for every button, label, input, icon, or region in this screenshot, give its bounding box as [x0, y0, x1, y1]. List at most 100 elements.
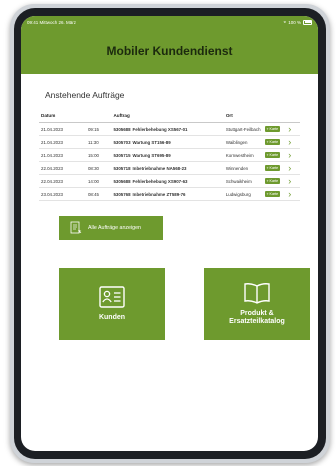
chevron-right-icon[interactable]: › — [288, 150, 291, 160]
map-button[interactable]: ⌖ Karte — [264, 152, 281, 158]
order-row[interactable]: 23.04.2023 08:45 5305768 Inbetriebnahme ZT5… — [39, 187, 300, 201]
chevron-right-icon[interactable]: › — [288, 176, 291, 186]
order-date: 23.04.2023 — [39, 187, 86, 201]
map-button-label: Karte — [269, 166, 279, 170]
order-map-cell: ⌖ Karte — [262, 122, 287, 136]
map-button[interactable]: ⌖ Karte — [264, 191, 281, 197]
order-cell: 5305718 Inbetriebnahme NA568-23 — [111, 161, 224, 175]
wifi-icon: ◒ — [283, 18, 287, 25]
column-header-chevron — [286, 108, 300, 123]
catalog-tile-label: Produkt & Ersatzteilkatalog — [229, 309, 285, 325]
map-pin-icon: ⌖ — [266, 140, 269, 144]
order-location: Kornwestheim — [223, 148, 263, 162]
order-date: 21.04.2023 — [39, 148, 86, 162]
app-header: Mobiler Kundendienst — [21, 28, 318, 74]
order-description: Fehlerbehebung XS907-63 — [132, 178, 188, 184]
order-map-cell: ⌖ Karte — [262, 187, 287, 201]
order-cell: 5305688 Fehlerbehebung XS567-01 — [111, 122, 224, 136]
order-number: 5305718 — [113, 165, 131, 171]
order-cell: 5305688 Fehlerbehebung XS907-63 — [111, 174, 224, 188]
order-time: 15:00 — [85, 148, 112, 162]
map-button-label: Karte — [269, 140, 279, 144]
order-number: 5305688 — [113, 178, 131, 184]
order-location: Schwaikheim — [223, 174, 263, 188]
status-right: ◒ 100 % — [283, 18, 312, 25]
order-time: 08:30 — [85, 161, 112, 175]
app-screen: 09:41 Mittwoch 26. März ◒ 100 % Mobiler … — [21, 16, 318, 451]
order-date: 21.04.2023 — [39, 135, 86, 149]
map-button-label: Karte — [269, 192, 279, 196]
order-date: 21.04.2023 — [39, 122, 86, 136]
order-row[interactable]: 21.04.2023 09:15 5305688 Fehlerbehebung XS5… — [39, 122, 300, 136]
chevron-right-icon[interactable]: › — [288, 189, 291, 199]
order-chevron-cell: › — [286, 187, 300, 201]
order-description: Fehlerbehebung XS567-01 — [132, 126, 188, 132]
map-button-label: Karte — [269, 179, 279, 183]
page-title: Mobiler Kundendienst — [106, 44, 233, 58]
tablet-bezel: 09:41 Mittwoch 26. März ◒ 100 % Mobiler … — [14, 8, 326, 459]
order-time: 09:15 — [85, 122, 112, 136]
order-chevron-cell: › — [286, 148, 300, 162]
chevron-right-icon[interactable]: › — [288, 163, 291, 173]
column-header-map — [262, 108, 287, 123]
order-row[interactable]: 22.04.2023 14:00 5305688 Fehlerbehebung XS9… — [39, 174, 300, 188]
battery-icon — [303, 19, 312, 25]
order-row[interactable]: 22.04.2023 08:30 5305718 Inbetriebnahme NA5… — [39, 161, 300, 175]
catalog-tile[interactable]: Produkt & Ersatzteilkatalog — [204, 268, 310, 340]
status-bar: 09:41 Mittwoch 26. März ◒ 100 % — [21, 16, 318, 28]
order-map-cell: ⌖ Karte — [262, 148, 287, 162]
orders-header-row: Datum Auftrag Ort — [39, 108, 300, 123]
book-icon — [244, 282, 270, 304]
map-pin-icon: ⌖ — [266, 192, 269, 196]
column-header-time — [85, 108, 112, 123]
order-description: Wartung ST156-89 — [132, 139, 171, 145]
order-map-cell: ⌖ Karte — [262, 161, 287, 175]
order-row[interactable]: 21.04.2023 11:30 5305703 Wartung ST156-89 Wa… — [39, 135, 300, 149]
map-pin-icon: ⌖ — [266, 153, 269, 157]
battery-label: 100 % — [288, 19, 301, 25]
customers-tile[interactable]: Kunden — [59, 268, 165, 340]
column-header-date: Datum — [39, 108, 86, 123]
main-content: Anstehende Aufträge Datum Auftrag Ort 21… — [21, 90, 318, 358]
map-pin-icon: ⌖ — [266, 166, 269, 170]
map-button[interactable]: ⌖ Karte — [264, 139, 281, 145]
order-chevron-cell: › — [286, 135, 300, 149]
order-number: 5305715 — [113, 152, 131, 158]
order-chevron-cell: › — [286, 174, 300, 188]
order-time: 11:30 — [85, 135, 112, 149]
order-cell: 5305715 Wartung ST695-89 — [111, 148, 224, 162]
order-location: Stuttgart-Feilbach — [223, 122, 263, 136]
order-date: 22.04.2023 — [39, 161, 86, 175]
order-row[interactable]: 21.04.2023 15:00 5305715 Wartung ST695-89 Ko… — [39, 148, 300, 162]
map-button-label: Karte — [269, 153, 279, 157]
order-cell: 5305703 Wartung ST156-89 — [111, 135, 224, 149]
order-location: Waiblingen — [223, 135, 263, 149]
map-button[interactable]: ⌖ Karte — [264, 165, 281, 171]
contact-card-icon — [99, 286, 125, 308]
orders-table: Datum Auftrag Ort 21.04.2023 09:15 5305688… — [39, 108, 300, 201]
all-orders-button-label: Alle Aufträge anzeigen — [88, 225, 142, 231]
map-button[interactable]: ⌖ Karte — [264, 178, 281, 184]
document-list-icon — [70, 221, 82, 234]
chevron-right-icon[interactable]: › — [288, 124, 291, 134]
order-cell: 5305768 Inbetriebnahme ZT589-76 — [111, 187, 224, 201]
status-time-date: 09:41 Mittwoch 26. März — [27, 19, 77, 25]
order-map-cell: ⌖ Karte — [262, 135, 287, 149]
order-number: 5305703 — [113, 139, 131, 145]
orders-section-title: Anstehende Aufträge — [45, 90, 125, 100]
all-orders-button[interactable]: Alle Aufträge anzeigen — [59, 216, 163, 240]
chevron-right-icon[interactable]: › — [288, 137, 291, 147]
order-chevron-cell: › — [286, 122, 300, 136]
order-chevron-cell: › — [286, 161, 300, 175]
map-pin-icon: ⌖ — [266, 127, 269, 131]
order-location: Ludwigsburg — [223, 187, 263, 201]
order-description: Inbetriebnahme NA568-23 — [132, 165, 187, 171]
order-description: Inbetriebnahme ZT589-76 — [132, 191, 186, 197]
orders-table-body: 21.04.2023 09:15 5305688 Fehlerbehebung XS5… — [39, 122, 300, 201]
column-header-location: Ort — [223, 108, 263, 123]
map-button[interactable]: ⌖ Karte — [264, 126, 281, 132]
order-description: Wartung ST695-89 — [132, 152, 171, 158]
map-button-label: Karte — [269, 127, 279, 131]
order-location: Winnenden — [223, 161, 263, 175]
order-time: 14:00 — [85, 174, 112, 188]
